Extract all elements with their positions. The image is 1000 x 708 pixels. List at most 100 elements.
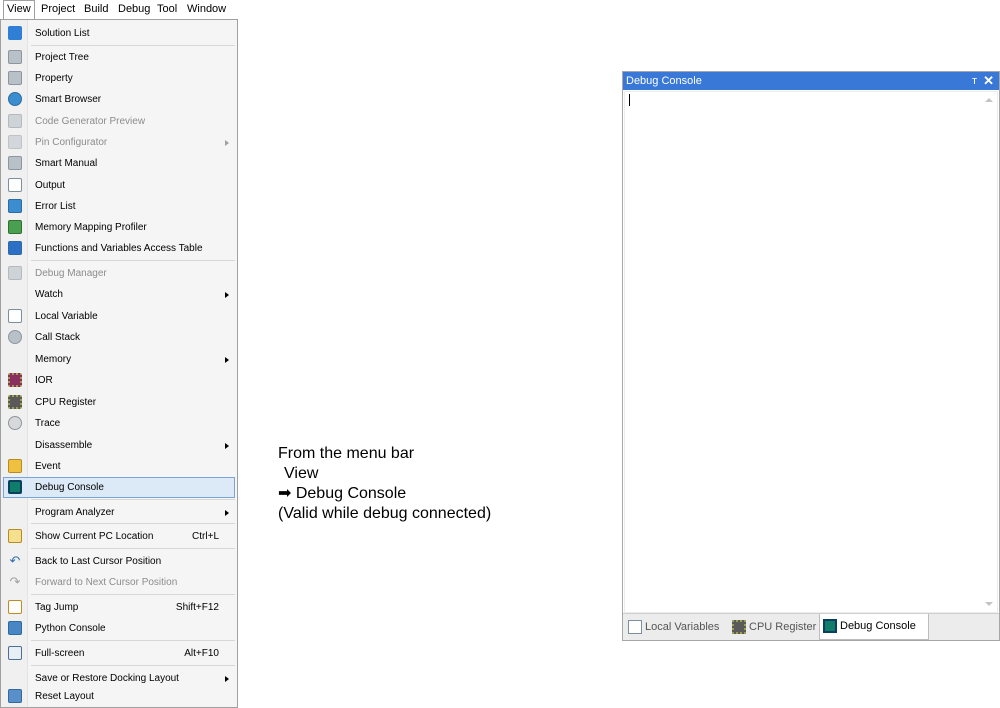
submenu-arrow-icon: [225, 292, 229, 298]
menu-separator: [31, 260, 235, 261]
menu-item-output[interactable]: Output: [3, 175, 235, 196]
menu-project[interactable]: Project: [38, 0, 78, 19]
submenu-arrow-icon: [225, 676, 229, 682]
tag-jump-icon: [8, 600, 22, 614]
menu-separator: [31, 499, 235, 500]
menu-item-label: Disassemble: [35, 440, 93, 451]
menu-item-local-variable[interactable]: Local Variable: [3, 306, 235, 327]
menu-item-debug-console[interactable]: Debug Console: [3, 477, 235, 498]
menu-item-reset-layout[interactable]: Reset Layout: [3, 686, 235, 707]
menu-item-label: Solution List: [35, 28, 90, 39]
menu-item-property[interactable]: Property: [3, 68, 235, 89]
menu-item-label: Full-screen: [35, 648, 85, 659]
menu-item-label: IOR: [35, 375, 53, 386]
scroll-down-icon[interactable]: [985, 602, 993, 606]
menu-item-label: Watch: [35, 289, 63, 300]
menu-item-label: Tag Jump: [35, 602, 79, 613]
menu-item-label: Back to Last Cursor Position: [35, 556, 162, 567]
menu-item-ior[interactable]: IOR: [3, 370, 235, 391]
menu-item-memory-mapping-profiler[interactable]: Memory Mapping Profiler: [3, 217, 235, 238]
menu-item-label: Error List: [35, 201, 76, 212]
menu-item-python-console[interactable]: Python Console: [3, 618, 235, 639]
menu-item-smart-manual[interactable]: Smart Manual: [3, 153, 235, 174]
menu-separator: [31, 523, 235, 524]
menu-item-label: Program Analyzer: [35, 507, 115, 518]
menu-item-debug-manager[interactable]: Debug Manager: [3, 263, 235, 284]
reset-layout-icon: [8, 689, 22, 703]
menu-view[interactable]: View: [3, 0, 35, 20]
menu-item-tag-jump[interactable]: Tag Jump Shift+F12: [3, 597, 235, 618]
ior-icon: [8, 373, 22, 387]
menu-item-disassemble[interactable]: Disassemble: [3, 435, 235, 456]
tab-debug-console[interactable]: Debug Console: [819, 614, 929, 640]
menu-item-code-generator-preview[interactable]: Code Generator Preview: [3, 111, 235, 132]
menu-separator: [31, 594, 235, 595]
menu-debug[interactable]: Debug: [115, 0, 153, 19]
menu-item-back-to-last-cursor[interactable]: ↶ Back to Last Cursor Position: [3, 551, 235, 572]
debug-console-icon: [823, 619, 837, 633]
scroll-up-icon[interactable]: [985, 98, 993, 102]
pin-icon[interactable]: ᴛ: [972, 72, 977, 90]
menu-item-label: Trace: [35, 418, 61, 429]
cpu-register-icon: [732, 620, 746, 634]
panel-title-bar: Debug Console ᴛ ✕: [623, 72, 999, 90]
menu-item-label: Memory: [35, 354, 72, 365]
menu-item-program-analyzer[interactable]: Program Analyzer: [3, 502, 235, 523]
code-generator-preview-icon: [8, 114, 22, 128]
menu-item-watch[interactable]: Watch: [3, 284, 235, 305]
menu-item-label: Python Console: [35, 623, 106, 634]
menu-separator: [31, 665, 235, 666]
menu-item-label: CPU Register: [35, 397, 97, 408]
menu-item-pin-configurator[interactable]: Pin Configurator: [3, 132, 235, 153]
menu-item-full-screen[interactable]: Full-screen Alt+F10: [3, 643, 235, 664]
menu-item-solution-list[interactable]: Solution List: [3, 23, 235, 44]
menu-item-functions-variables-table[interactable]: Functions and Variables Access Table: [3, 238, 235, 259]
smart-manual-icon: [8, 156, 22, 170]
call-stack-icon: [8, 330, 22, 344]
local-variable-icon: [8, 309, 22, 323]
menu-item-error-list[interactable]: Error List: [3, 196, 235, 217]
vertical-scrollbar[interactable]: [981, 92, 997, 612]
menu-window[interactable]: Window: [184, 0, 229, 19]
menu-item-label: Property: [35, 73, 73, 84]
menu-item-label: Smart Manual: [35, 158, 98, 169]
back-arrow-icon: ↶: [9, 553, 21, 568]
output-icon: [8, 178, 22, 192]
panel-tab-strip: Local Variables CPU Register Debug Conso…: [623, 613, 999, 640]
menu-build[interactable]: Build: [81, 0, 111, 19]
menu-item-label: Project Tree: [35, 52, 89, 63]
menu-item-show-current-pc-location[interactable]: Show Current PC Location Ctrl+L: [3, 526, 235, 547]
menu-item-label: Local Variable: [35, 311, 98, 322]
menu-item-forward-to-next-cursor[interactable]: ↷ Forward to Next Cursor Position: [3, 572, 235, 593]
menu-tool[interactable]: Tool: [154, 0, 180, 19]
submenu-arrow-icon: [225, 443, 229, 449]
tab-label: Debug Console: [840, 620, 916, 632]
event-icon: [8, 459, 22, 473]
menu-item-trace[interactable]: Trace: [3, 413, 235, 434]
debug-console-icon: [8, 480, 22, 494]
caption-line-2: View: [284, 465, 319, 482]
menu-item-label: Pin Configurator: [35, 137, 108, 148]
menu-separator: [31, 640, 235, 641]
menu-item-label: Event: [35, 461, 61, 472]
menu-item-cpu-register[interactable]: CPU Register: [3, 392, 235, 413]
menu-item-event[interactable]: Event: [3, 456, 235, 477]
tab-local-variables[interactable]: Local Variables: [625, 616, 723, 638]
show-pc-location-icon: [8, 529, 22, 543]
menu-item-call-stack[interactable]: Call Stack: [3, 327, 235, 348]
debug-console-panel: Debug Console ᴛ ✕ Local Variables CPU Re…: [622, 71, 1000, 641]
tab-cpu-register[interactable]: CPU Register: [729, 616, 820, 638]
pin-configurator-icon: [8, 135, 22, 149]
python-console-icon: [8, 621, 22, 635]
menu-item-shortcut: Ctrl+L: [192, 531, 219, 542]
menu-item-smart-browser[interactable]: Smart Browser: [3, 89, 235, 110]
console-text-area[interactable]: [624, 91, 998, 613]
menu-item-label: Smart Browser: [35, 94, 102, 105]
view-dropdown-menu: Solution List Project Tree Property Smar…: [0, 19, 238, 708]
menu-item-project-tree[interactable]: Project Tree: [3, 47, 235, 68]
panel-title: Debug Console: [626, 75, 702, 87]
close-icon[interactable]: ✕: [983, 72, 994, 90]
menu-item-label: Debug Manager: [35, 268, 107, 279]
submenu-arrow-icon: [225, 510, 229, 516]
menu-item-memory[interactable]: Memory: [3, 349, 235, 370]
